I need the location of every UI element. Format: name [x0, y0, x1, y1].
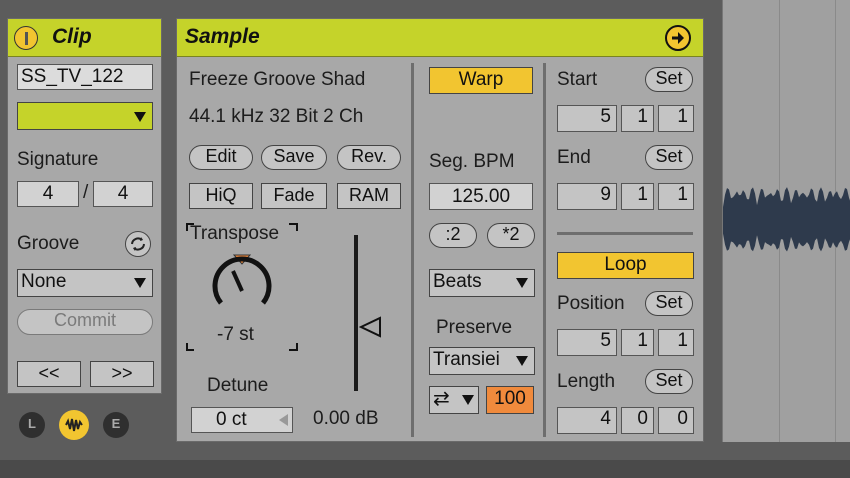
groove-pool-icon[interactable] — [125, 231, 151, 257]
position-sixteenth-field[interactable]: 1 — [658, 329, 694, 356]
double-tempo-button[interactable]: *2 — [487, 223, 535, 248]
preserve-value: Transiei — [433, 349, 500, 370]
ram-button[interactable]: RAM — [337, 183, 401, 209]
start-bar-field[interactable]: 5 — [557, 105, 617, 132]
clip-header: Clip — [8, 19, 161, 57]
next-button[interactable]: >> — [90, 361, 154, 387]
sample-box-button[interactable] — [59, 410, 89, 440]
divider — [411, 63, 414, 437]
prev-button[interactable]: << — [17, 361, 81, 387]
transpose-knob[interactable] — [209, 251, 275, 317]
waveform-icon — [65, 418, 83, 432]
preserve-label: Preserve — [436, 317, 513, 338]
envelope-box-button[interactable]: E — [103, 412, 129, 438]
seg-bpm-field[interactable]: 125.00 — [429, 183, 533, 210]
signature-denominator[interactable]: 4 — [93, 181, 153, 207]
bottom-bar — [0, 460, 850, 478]
clip-color-dropdown[interactable] — [17, 102, 153, 130]
detune-label: Detune — [207, 375, 269, 396]
transpose-value: -7 st — [217, 324, 254, 345]
edit-button[interactable]: Edit — [189, 145, 253, 170]
warp-button[interactable]: Warp — [429, 67, 533, 94]
length-label: Length — [557, 371, 616, 392]
start-set-button[interactable]: Set — [645, 67, 693, 92]
start-sixteenth-field[interactable]: 1 — [658, 105, 694, 132]
signature-numerator[interactable]: 4 — [17, 181, 79, 207]
gain-slider-track[interactable] — [354, 235, 358, 391]
transpose-label: Transpose — [190, 223, 280, 244]
expand-arrow-icon[interactable] — [665, 25, 691, 51]
save-button[interactable]: Save — [261, 145, 327, 170]
length-set-button[interactable]: Set — [645, 369, 693, 394]
position-bar-field[interactable]: 5 — [557, 329, 617, 356]
half-tempo-button[interactable]: :2 — [429, 223, 477, 248]
end-set-button[interactable]: Set — [645, 145, 693, 170]
commit-button[interactable]: Commit — [17, 309, 153, 335]
clip-name-field[interactable]: SS_TV_122 — [17, 64, 153, 90]
divider — [543, 63, 546, 437]
launch-box-button[interactable]: L — [19, 412, 45, 438]
divider — [557, 232, 693, 235]
seg-bpm-label: Seg. BPM — [429, 151, 515, 172]
clip-panel: Clip SS_TV_122 Signature 4 / 4 Groove No… — [7, 18, 162, 394]
chevron-down-icon — [516, 356, 528, 366]
length-sixteenth-field[interactable]: 0 — [658, 407, 694, 434]
sample-file-name: Freeze Groove Shad — [189, 69, 366, 90]
warp-mode-value: Beats — [433, 271, 482, 292]
end-bar-field[interactable]: 9 — [557, 183, 617, 210]
groove-label: Groove — [17, 233, 80, 254]
end-beat-field[interactable]: 1 — [621, 183, 654, 210]
chevron-down-icon — [134, 112, 146, 122]
end-label: End — [557, 147, 591, 168]
detune-field[interactable]: 0 ct — [191, 407, 293, 433]
sample-title: Sample — [185, 25, 260, 48]
waveform — [723, 187, 850, 252]
start-label: Start — [557, 69, 598, 90]
chevron-down-icon — [134, 278, 146, 288]
signature-separator: / — [83, 182, 89, 203]
hiq-button[interactable]: HiQ — [189, 183, 253, 209]
fade-button[interactable]: Fade — [261, 183, 327, 209]
groove-select[interactable]: None — [17, 269, 153, 297]
reverse-button[interactable]: Rev. — [337, 145, 401, 170]
clip-title: Clip — [52, 25, 92, 48]
position-label: Position — [557, 293, 625, 314]
chevron-down-icon — [462, 395, 474, 405]
start-beat-field[interactable]: 1 — [621, 105, 654, 132]
loop-mode-icon: ⇄ — [433, 388, 450, 410]
sample-file-info: 44.1 kHz 32 Bit 2 Ch — [189, 106, 364, 127]
chevron-down-icon — [516, 278, 528, 288]
length-bar-field[interactable]: 4 — [557, 407, 617, 434]
groove-value: None — [21, 271, 67, 292]
length-beat-field[interactable]: 0 — [621, 407, 654, 434]
preserve-select[interactable]: Transiei — [429, 347, 535, 375]
triangle-left-icon — [279, 414, 288, 426]
sample-display[interactable] — [722, 0, 850, 442]
gain-value: 0.00 dB — [313, 408, 379, 429]
loop-button[interactable]: Loop — [557, 252, 694, 279]
clip-activator-icon[interactable] — [14, 26, 38, 50]
detune-value: 0 ct — [216, 409, 247, 430]
gain-slider-handle[interactable] — [359, 315, 383, 339]
sample-panel: Sample Freeze Groove Shad 44.1 kHz 32 Bi… — [176, 18, 704, 442]
sample-header: Sample — [177, 19, 703, 57]
warp-mode-select[interactable]: Beats — [429, 269, 535, 297]
loop-mode-select[interactable]: ⇄ — [429, 386, 479, 414]
end-sixteenth-field[interactable]: 1 — [658, 183, 694, 210]
envelope-field[interactable]: 100 — [486, 386, 534, 414]
signature-label: Signature — [17, 149, 99, 170]
position-beat-field[interactable]: 1 — [621, 329, 654, 356]
position-set-button[interactable]: Set — [645, 291, 693, 316]
